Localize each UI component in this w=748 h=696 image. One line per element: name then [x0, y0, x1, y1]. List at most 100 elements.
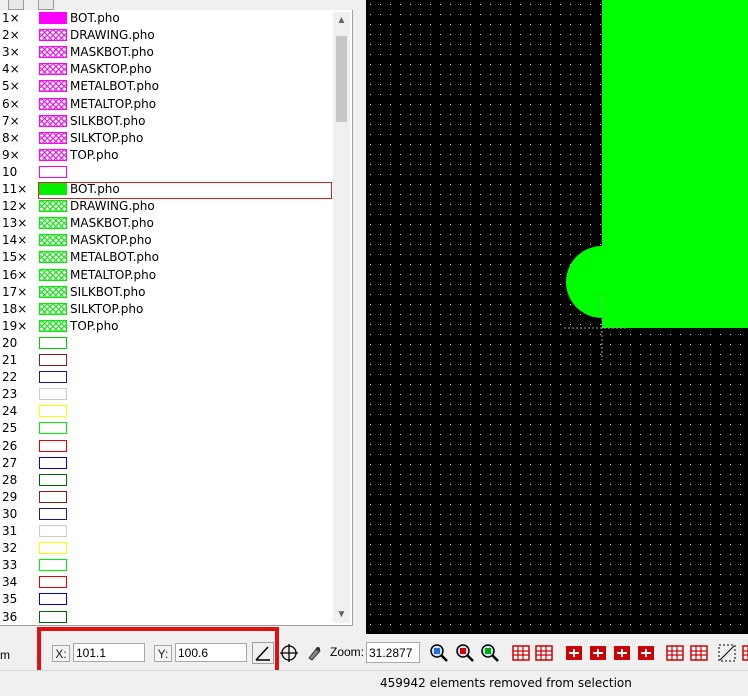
align-bottom-button[interactable]	[611, 642, 633, 664]
layer-row[interactable]: 35	[0, 591, 332, 608]
zoom-selection-button[interactable]	[454, 642, 476, 664]
align-center-button[interactable]	[587, 642, 609, 664]
layer-color-swatch[interactable]	[39, 268, 67, 281]
layer-color-swatch[interactable]	[39, 12, 67, 24]
layer-row[interactable]: 30	[0, 506, 332, 523]
layer-color-swatch[interactable]	[39, 148, 67, 161]
layer-row[interactable]: 14× MASKTOP.pho	[0, 232, 332, 249]
layer-color-swatch[interactable]	[39, 234, 67, 247]
layer-color-swatch[interactable]	[39, 183, 67, 195]
layer-row[interactable]: 10	[0, 164, 332, 181]
layer-row[interactable]: 23	[0, 386, 332, 403]
layer-row[interactable]: 4× MASKTOP.pho	[0, 61, 332, 78]
layer-color-swatch[interactable]	[39, 217, 67, 230]
layer-row[interactable]: 33	[0, 557, 332, 574]
scroll-up-icon[interactable]: ▲	[333, 12, 350, 29]
layer-row[interactable]: 29	[0, 489, 332, 506]
layer-row[interactable]: 17× SILKBOT.pho	[0, 284, 332, 301]
pin-tool-button[interactable]	[303, 642, 325, 664]
align-left-button[interactable]	[563, 642, 585, 664]
layer-color-swatch[interactable]	[39, 251, 67, 264]
angle-tool-button[interactable]	[252, 642, 274, 664]
layer-color-swatch[interactable]	[39, 593, 67, 606]
layer-color-swatch[interactable]	[39, 490, 67, 503]
layer-row[interactable]: 18× SILKTOP.pho	[0, 301, 332, 318]
layer-row[interactable]: 36	[0, 609, 332, 626]
layer-row[interactable]: 1× BOT.pho	[0, 10, 332, 27]
zoom-fit-button[interactable]	[479, 642, 501, 664]
more-button[interactable]	[740, 642, 748, 664]
layer-row[interactable]: 20	[0, 335, 332, 352]
canvas-svg[interactable]	[366, 0, 748, 634]
layer-color-swatch[interactable]	[39, 165, 67, 178]
layer-row[interactable]: 31	[0, 523, 332, 540]
layer-row[interactable]: 15× METALBOT.pho	[0, 249, 332, 266]
layer-color-swatch[interactable]	[39, 80, 67, 93]
layer-row[interactable]: 28	[0, 472, 332, 489]
layer-row[interactable]: 5× METALBOT.pho	[0, 78, 332, 95]
layer-color-swatch[interactable]	[39, 576, 67, 589]
layer-color-swatch[interactable]	[39, 336, 67, 349]
layer-color-swatch[interactable]	[39, 439, 67, 452]
layer-color-swatch[interactable]	[39, 285, 67, 298]
layer-row[interactable]: 21	[0, 352, 332, 369]
select-box-button[interactable]	[716, 642, 738, 664]
scrollbar-thumb[interactable]	[336, 36, 347, 122]
layer-color-swatch[interactable]	[39, 200, 67, 213]
layer-color-swatch[interactable]	[39, 559, 67, 572]
layer-row[interactable]: 16× METALTOP.pho	[0, 267, 332, 284]
layer-row[interactable]: 25	[0, 420, 332, 437]
layer-row[interactable]: 19× TOP.pho	[0, 318, 332, 335]
layer-color-swatch[interactable]	[39, 610, 67, 623]
layer-row[interactable]: 8× SILKTOP.pho	[0, 130, 332, 147]
zoom-in-button[interactable]	[428, 642, 450, 664]
layer-row[interactable]: 7× SILKBOT.pho	[0, 113, 332, 130]
crosshair-tool-button[interactable]	[278, 642, 300, 664]
layer-row[interactable]: 27	[0, 455, 332, 472]
layer-row[interactable]: 11× BOT.pho	[0, 181, 332, 199]
layer-color-swatch[interactable]	[39, 46, 67, 59]
layer-color-swatch[interactable]	[39, 525, 67, 537]
layer-row[interactable]: 34	[0, 574, 332, 591]
layer-list-scrollbar[interactable]: ▲ ▼	[333, 12, 350, 623]
layer-row[interactable]: 9× TOP.pho	[0, 147, 332, 164]
zoom-field[interactable]: 31.2877	[366, 642, 420, 663]
layer-row[interactable]: 13× MASKBOT.pho	[0, 215, 332, 232]
layer-color-swatch[interactable]	[39, 114, 67, 127]
layer-color-swatch[interactable]	[39, 63, 67, 76]
layer-row[interactable]: 3× MASKBOT.pho	[0, 44, 332, 61]
layer-row[interactable]: 32	[0, 540, 332, 557]
layer-color-swatch[interactable]	[39, 371, 67, 384]
layer-color-swatch[interactable]	[39, 354, 67, 366]
layer-row[interactable]: 24	[0, 403, 332, 420]
y-coordinate-field[interactable]: 100.6	[175, 643, 247, 662]
layer-color-swatch[interactable]	[39, 507, 67, 520]
grid-top-button[interactable]	[510, 642, 532, 664]
layer-row[interactable]: 22	[0, 369, 332, 386]
x-coordinate-field[interactable]: 101.1	[73, 643, 145, 662]
grid-select-button[interactable]	[664, 642, 686, 664]
layer-row[interactable]: 12× DRAWING.pho	[0, 198, 332, 215]
layer-color-swatch[interactable]	[39, 456, 67, 469]
layer-down-button[interactable]	[8, 0, 24, 10]
layer-row[interactable]: 6× METALTOP.pho	[0, 96, 332, 113]
drawing-canvas[interactable]	[366, 0, 748, 634]
layer-up-button[interactable]	[38, 0, 54, 10]
grid-snap-button[interactable]	[688, 642, 710, 664]
align-top-button[interactable]	[635, 642, 657, 664]
layer-color-swatch[interactable]	[39, 319, 67, 332]
layer-row[interactable]: 26	[0, 438, 332, 455]
layer-color-swatch[interactable]	[39, 473, 67, 486]
layer-color-swatch[interactable]	[39, 131, 67, 144]
layer-row[interactable]: 2× DRAWING.pho	[0, 27, 332, 44]
layer-color-swatch[interactable]	[39, 388, 67, 401]
layer-color-swatch[interactable]	[39, 405, 67, 418]
scroll-down-icon[interactable]: ▼	[333, 606, 350, 623]
layer-color-swatch[interactable]	[39, 29, 67, 42]
grid-all-button[interactable]	[533, 642, 555, 664]
unit-dropdown[interactable]: m	[0, 648, 10, 662]
layer-color-swatch[interactable]	[39, 97, 67, 110]
layer-color-swatch[interactable]	[39, 302, 67, 315]
layer-color-swatch[interactable]	[39, 542, 67, 555]
layer-color-swatch[interactable]	[39, 422, 67, 435]
